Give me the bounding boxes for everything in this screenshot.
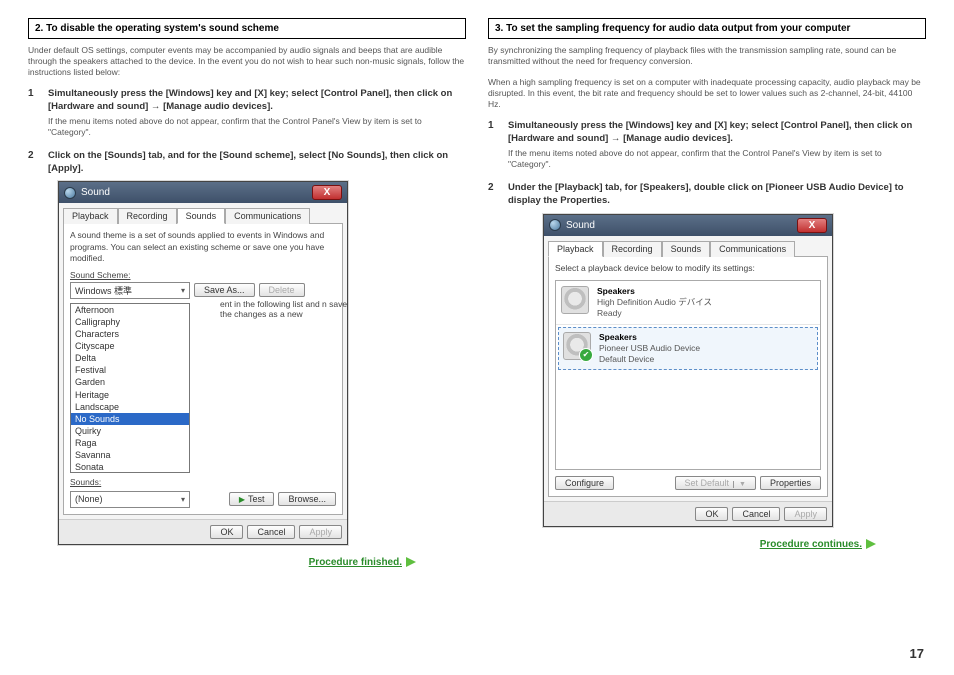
apply-button[interactable]: Apply <box>784 507 827 521</box>
scheme-dropdown[interactable]: AfternoonCalligraphyCharactersCityscapeD… <box>70 303 190 473</box>
sounds-desc: A sound theme is a set of sounds applied… <box>70 230 336 263</box>
playback-desc: Select a playback device below to modify… <box>555 263 821 274</box>
left-step-2: 2 Click on the [Sounds] tab, and for the… <box>28 150 466 176</box>
tab-communications[interactable]: Communications <box>225 208 310 224</box>
scheme-option[interactable]: Delta <box>71 352 189 364</box>
tab-playback[interactable]: Playback <box>63 208 118 224</box>
tab-communications[interactable]: Communications <box>710 241 795 257</box>
tabstrip: Playback Recording Sounds Communications <box>548 240 828 257</box>
tab-recording[interactable]: Recording <box>603 241 662 257</box>
section-2-intro: Under default OS settings, computer even… <box>28 45 466 78</box>
close-icon[interactable]: X <box>797 218 827 233</box>
scheme-option[interactable]: Festival <box>71 364 189 376</box>
sound-icon <box>549 219 561 231</box>
delete-button[interactable]: Delete <box>259 283 305 297</box>
device-item[interactable]: SpeakersPioneer USB Audio DeviceDefault … <box>558 327 818 370</box>
speaker-icon <box>563 332 591 360</box>
save-as-button[interactable]: Save As... <box>194 283 255 297</box>
scheme-option[interactable]: Cityscape <box>71 340 189 352</box>
dialog-title: Sound <box>81 187 110 198</box>
triangle-icon <box>866 539 876 549</box>
cancel-button[interactable]: Cancel <box>732 507 780 521</box>
triangle-icon <box>406 557 416 567</box>
right-column: 3. To set the sampling frequency for aud… <box>488 18 926 568</box>
chevron-down-icon: ▾ <box>181 495 185 504</box>
tabstrip: Playback Recording Sounds Communications <box>63 207 343 224</box>
device-list[interactable]: SpeakersHigh Definition Audio デバイスReadyS… <box>555 280 821 470</box>
scheme-option[interactable]: Calligraphy <box>71 316 189 328</box>
set-default-button[interactable]: Set Default▼ <box>675 476 756 490</box>
configure-button[interactable]: Configure <box>555 476 614 490</box>
scheme-option[interactable]: Raga <box>71 437 189 449</box>
tab-sounds[interactable]: Sounds <box>662 241 711 257</box>
chevron-down-icon: ▼ <box>733 481 746 488</box>
ok-button[interactable]: OK <box>210 525 243 539</box>
partial-hint-text: ent in the following list and n save the… <box>220 299 355 320</box>
sound-dialog-sounds: Sound X Playback Recording Sounds Commun… <box>58 181 348 544</box>
left-step-1: 1 Simultaneously press the [Windows] key… <box>28 88 466 146</box>
procedure-continues-badge: Procedure continues. <box>760 539 876 550</box>
procedure-finished-badge: Procedure finished. <box>309 557 416 568</box>
scheme-option[interactable]: Afternoon <box>71 304 189 316</box>
close-icon[interactable]: X <box>312 185 342 200</box>
speaker-icon <box>561 286 589 314</box>
device-item[interactable]: SpeakersHigh Definition Audio デバイスReady <box>556 281 820 325</box>
apply-button[interactable]: Apply <box>299 525 342 539</box>
scheme-option[interactable]: Savanna <box>71 449 189 461</box>
dialog-title: Sound <box>566 220 595 231</box>
sound-dialog-playback: Sound X Playback Recording Sounds Commun… <box>543 214 833 527</box>
right-step-2: 2 Under the [Playback] tab, for [Speaker… <box>488 182 926 208</box>
scheme-option[interactable]: Characters <box>71 328 189 340</box>
titlebar[interactable]: Sound X <box>59 182 347 203</box>
scheme-select[interactable]: Windows 標準 ▾ <box>70 282 190 299</box>
scheme-option[interactable]: Garden <box>71 376 189 388</box>
properties-button[interactable]: Properties <box>760 476 821 490</box>
cancel-button[interactable]: Cancel <box>247 525 295 539</box>
right-step-1: 1 Simultaneously press the [Windows] key… <box>488 120 926 178</box>
sounds-select[interactable]: (None) ▾ <box>70 491 190 508</box>
scheme-option[interactable]: Landscape <box>71 401 189 413</box>
section-3-intro-2: When a high sampling frequency is set on… <box>488 77 926 110</box>
scheme-option[interactable]: Sonata <box>71 461 189 472</box>
test-button[interactable]: Test <box>229 492 275 506</box>
scheme-option[interactable]: Quirky <box>71 425 189 437</box>
browse-button[interactable]: Browse... <box>278 492 336 506</box>
sound-icon <box>64 187 76 199</box>
left-column: 2. To disable the operating system's sou… <box>28 18 466 568</box>
ok-button[interactable]: OK <box>695 507 728 521</box>
section-3-title: 3. To set the sampling frequency for aud… <box>488 18 926 39</box>
chevron-down-icon: ▾ <box>181 286 185 295</box>
scheme-option[interactable]: No Sounds <box>71 413 189 425</box>
scheme-option[interactable]: Heritage <box>71 389 189 401</box>
tab-playback[interactable]: Playback <box>548 241 603 257</box>
scheme-label: Sound Scheme: <box>70 270 336 280</box>
titlebar[interactable]: Sound X <box>544 215 832 236</box>
tab-recording[interactable]: Recording <box>118 208 177 224</box>
page-number: 17 <box>910 646 924 661</box>
sounds-label: Sounds: <box>70 477 336 487</box>
section-2-title: 2. To disable the operating system's sou… <box>28 18 466 39</box>
section-3-intro-1: By synchronizing the sampling frequency … <box>488 45 926 67</box>
tab-sounds[interactable]: Sounds <box>177 208 226 224</box>
